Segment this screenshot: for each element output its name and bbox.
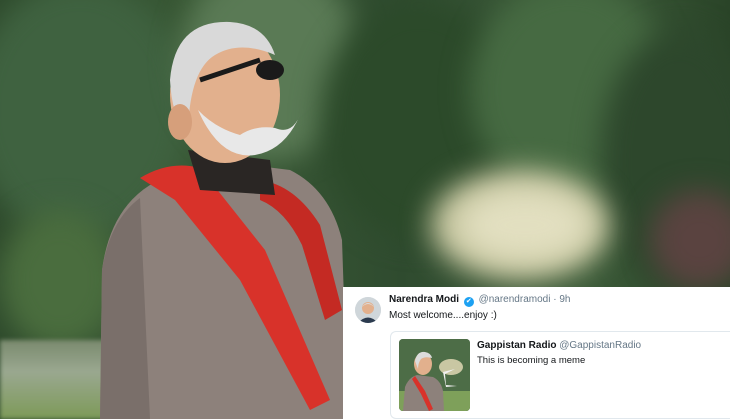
tweet-text: Most welcome....enjoy :) <box>389 310 497 321</box>
avatar[interactable] <box>355 297 381 323</box>
quoted-tweet-header: Gappistan Radio @GappistanRadio <box>477 340 641 351</box>
separator: · <box>553 294 557 305</box>
verified-badge-icon: ✔ <box>463 297 474 307</box>
tweet-header: Narendra Modi ✔ @narendramodi · 9h <box>389 294 570 307</box>
quoted-author-handle[interactable]: @GappistanRadio <box>559 340 641 351</box>
person-figure <box>100 21 348 419</box>
author-name[interactable]: Narendra Modi <box>389 294 459 305</box>
author-handle[interactable]: @narendramodi <box>479 294 551 305</box>
tweet-time[interactable]: 9h <box>559 294 570 305</box>
quoted-tweet-text: This is becoming a meme <box>477 355 586 366</box>
quoted-author-name[interactable]: Gappistan Radio <box>477 340 556 351</box>
quoted-tweet[interactable]: Gappistan Radio @GappistanRadio This is … <box>390 331 730 419</box>
quoted-tweet-thumbnail[interactable] <box>399 339 470 411</box>
